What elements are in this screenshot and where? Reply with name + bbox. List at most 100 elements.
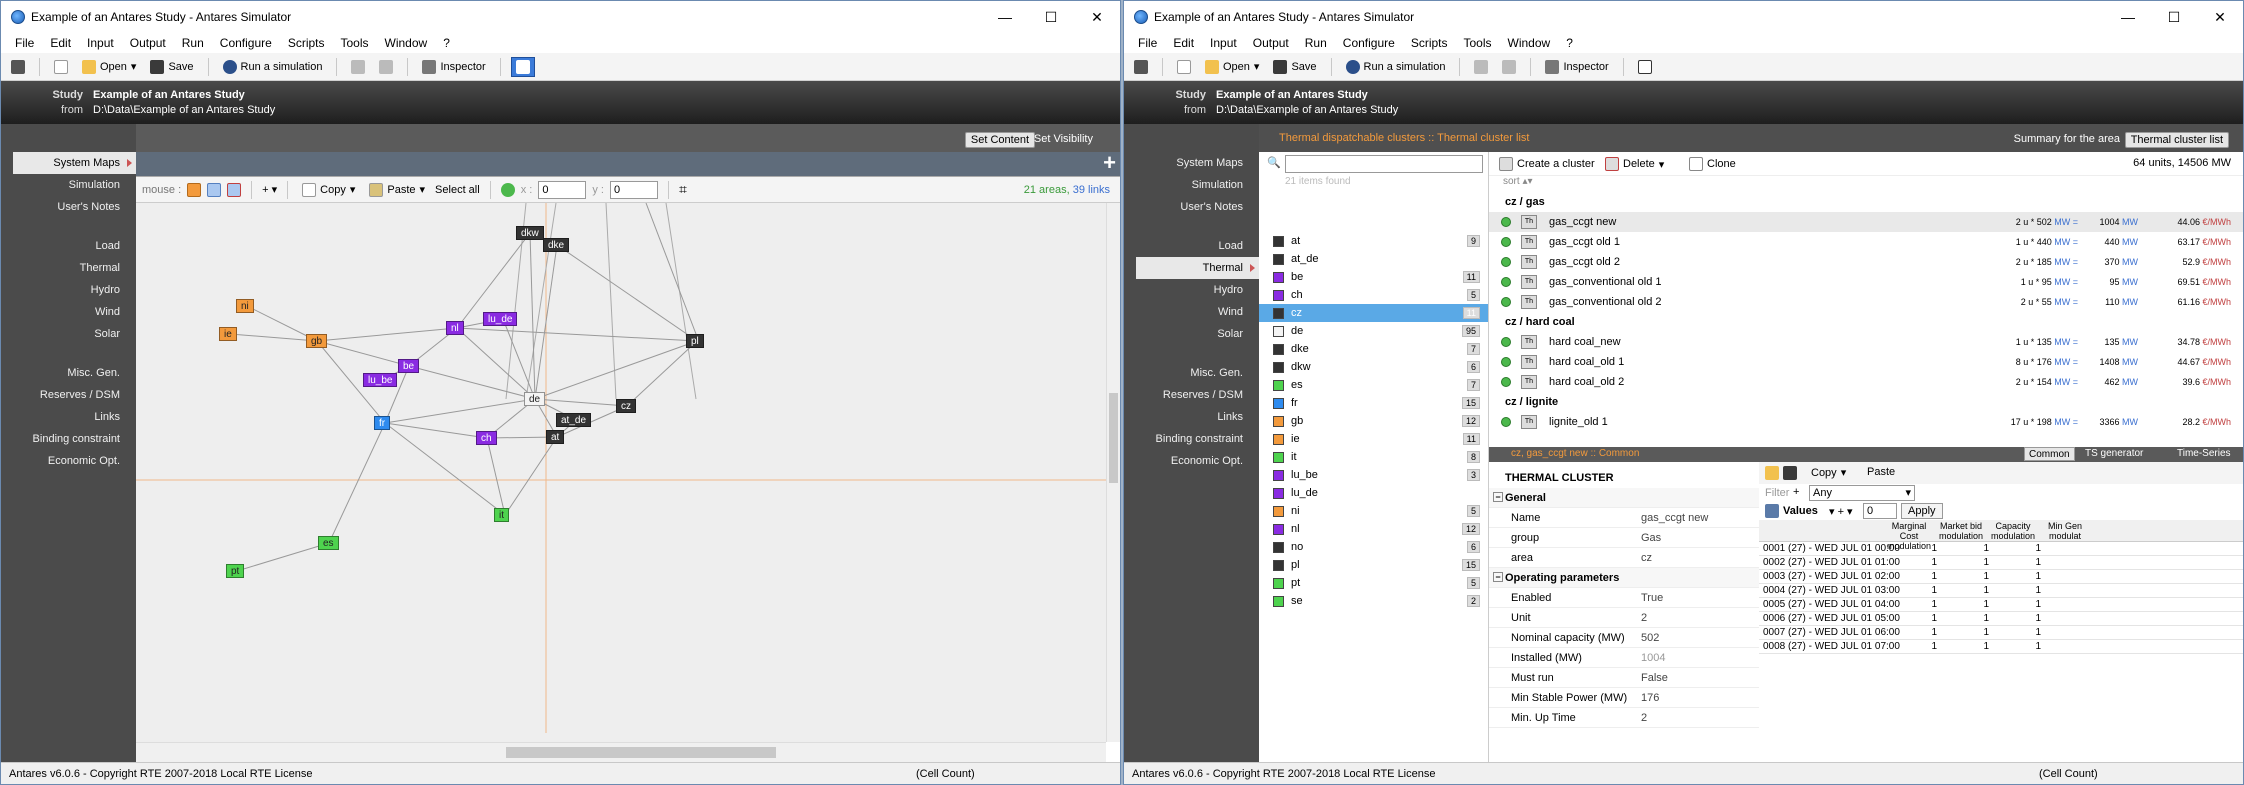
area-node-at_de[interactable]: at_de bbox=[556, 413, 592, 427]
area-node-nl[interactable]: nl bbox=[446, 321, 464, 335]
map-link[interactable] bbox=[665, 203, 697, 400]
paste-study-button[interactable] bbox=[375, 58, 397, 76]
grid-cell[interactable]: 1 bbox=[1971, 542, 2041, 556]
horizontal-scrollbar[interactable] bbox=[136, 742, 1106, 762]
grid-paste-button[interactable]: Paste bbox=[1863, 464, 1899, 480]
property-section[interactable]: − Operating parameters bbox=[1489, 568, 1759, 588]
mouse-mode-all-icon[interactable] bbox=[187, 182, 202, 197]
collapse-icon[interactable]: − bbox=[1493, 492, 1503, 502]
tab-ts-generator[interactable]: TS generator bbox=[2085, 448, 2143, 459]
sidebar-item-load[interactable]: Load bbox=[1124, 235, 1259, 257]
paste-study-button[interactable] bbox=[1498, 58, 1520, 76]
add-layer-icon[interactable]: + bbox=[1103, 150, 1116, 176]
grid-row[interactable]: 0004 (27) - WED JUL 01 03:00 1 1 1 bbox=[1759, 584, 2243, 598]
create-cluster-button[interactable]: Create a cluster bbox=[1495, 155, 1599, 173]
open-button[interactable]: Open ▾ bbox=[1201, 58, 1263, 76]
filter-select[interactable]: Any ▾ bbox=[1809, 485, 1915, 501]
paste-button[interactable]: Paste ▾ bbox=[365, 181, 429, 199]
grid-cell[interactable]: 1 bbox=[1971, 556, 2041, 570]
home-button[interactable] bbox=[1130, 58, 1152, 76]
property-section[interactable]: − General bbox=[1489, 488, 1759, 508]
sidebar-item-reserves-dsm[interactable]: Reserves / DSM bbox=[1, 384, 136, 406]
map-tool-button[interactable] bbox=[1634, 58, 1656, 76]
grid-cell[interactable]: 1 bbox=[1971, 570, 2041, 584]
sidebar-item-misc-gen-[interactable]: Misc. Gen. bbox=[1, 362, 136, 384]
delete-button[interactable]: Delete ▾ bbox=[1601, 155, 1668, 173]
property-value[interactable]: cz bbox=[1641, 548, 1652, 568]
menu-item[interactable]: File bbox=[7, 36, 42, 50]
property-value[interactable]: 176 bbox=[1641, 688, 1659, 708]
area-item-cz[interactable]: cz 11 bbox=[1259, 304, 1488, 322]
op-select[interactable]: ▾ + ▾ bbox=[1829, 505, 1853, 518]
menu-item[interactable]: Window bbox=[377, 36, 436, 50]
grid-cell[interactable]: 1 bbox=[1971, 584, 2041, 598]
sort-asc-icon[interactable]: ▴▾ bbox=[1522, 176, 1532, 187]
map-link[interactable] bbox=[605, 203, 617, 400]
sidebar-item-simulation[interactable]: Simulation bbox=[1, 174, 136, 196]
sidebar-item-load[interactable]: Load bbox=[1, 235, 136, 257]
map-link[interactable] bbox=[456, 327, 698, 342]
area-item-ch[interactable]: ch 5 bbox=[1259, 286, 1488, 304]
area-item-pl[interactable]: pl 15 bbox=[1259, 556, 1488, 574]
enabled-icon[interactable] bbox=[1501, 417, 1511, 427]
area-node-be[interactable]: be bbox=[398, 359, 420, 373]
area-node-ni[interactable]: ni bbox=[236, 299, 254, 313]
menu-item[interactable]: Edit bbox=[42, 36, 79, 50]
enabled-icon[interactable] bbox=[1501, 237, 1511, 247]
sidebar-item-solar[interactable]: Solar bbox=[1124, 323, 1259, 345]
area-item-lu_de[interactable]: lu_de bbox=[1259, 484, 1488, 502]
cluster-row[interactable]: Th hard coal_old 1 8 u * 176 MW = 1408 MW 44… bbox=[1489, 352, 2243, 372]
set-visibility-button[interactable]: Set Visibility bbox=[1029, 132, 1098, 148]
area-item-it[interactable]: it 8 bbox=[1259, 448, 1488, 466]
map-link[interactable] bbox=[328, 422, 386, 544]
add-icon[interactable]: + ▾ bbox=[262, 183, 277, 196]
area-node-cz[interactable]: cz bbox=[616, 399, 636, 413]
sidebar-item-thermal[interactable]: Thermal bbox=[1136, 257, 1259, 279]
grid-row[interactable]: 0001 (27) - WED JUL 01 00:00 1 1 1 bbox=[1759, 542, 2243, 556]
area-item-pt[interactable]: pt 5 bbox=[1259, 574, 1488, 592]
area-node-fr[interactable]: fr bbox=[374, 416, 391, 430]
area-item-dkw[interactable]: dkw 6 bbox=[1259, 358, 1488, 376]
map-link[interactable] bbox=[384, 398, 536, 424]
sidebar-item-wind[interactable]: Wind bbox=[1, 301, 136, 323]
sidebar-item-wind[interactable]: Wind bbox=[1124, 301, 1259, 323]
floppy-icon[interactable] bbox=[1783, 466, 1797, 480]
grid-row[interactable]: 0006 (27) - WED JUL 01 05:00 1 1 1 bbox=[1759, 612, 2243, 626]
menu-item[interactable]: Output bbox=[1245, 36, 1297, 50]
area-node-lu_be[interactable]: lu_be bbox=[363, 373, 398, 387]
center-map-icon[interactable] bbox=[500, 182, 515, 197]
map-link[interactable] bbox=[316, 327, 458, 342]
set-content-button[interactable]: Set Content bbox=[964, 132, 1035, 148]
search-input[interactable] bbox=[1285, 155, 1483, 173]
maximize-icon[interactable]: ☐ bbox=[1028, 9, 1074, 26]
value-input[interactable]: 0 bbox=[1863, 503, 1897, 519]
area-node-de[interactable]: de bbox=[524, 392, 546, 406]
area-node-at[interactable]: at bbox=[546, 430, 565, 444]
sidebar-item-reserves-dsm[interactable]: Reserves / DSM bbox=[1124, 384, 1259, 406]
map-link[interactable] bbox=[504, 436, 558, 516]
menu-item[interactable]: Edit bbox=[1165, 36, 1202, 50]
area-item-fr[interactable]: fr 15 bbox=[1259, 394, 1488, 412]
save-button[interactable]: Save bbox=[1269, 58, 1320, 76]
property-value[interactable]: 1004 bbox=[1641, 648, 1665, 668]
menu-item[interactable]: ? bbox=[1558, 36, 1581, 50]
sidebar-item-economic-opt-[interactable]: Economic Opt. bbox=[1124, 450, 1259, 472]
sidebar-item-system-maps[interactable]: System Maps bbox=[1124, 152, 1259, 174]
sidebar-item-misc-gen-[interactable]: Misc. Gen. bbox=[1124, 362, 1259, 384]
area-item-ie[interactable]: ie 11 bbox=[1259, 430, 1488, 448]
menu-item[interactable]: ? bbox=[435, 36, 458, 50]
grid-cell[interactable]: 1 bbox=[1971, 612, 2041, 626]
new-button[interactable] bbox=[50, 58, 72, 76]
menu-item[interactable]: File bbox=[1130, 36, 1165, 50]
menu-item[interactable]: Input bbox=[79, 36, 122, 50]
area-item-lu_be[interactable]: lu_be 3 bbox=[1259, 466, 1488, 484]
copy-study-button[interactable] bbox=[347, 58, 369, 76]
tab-summary[interactable]: Summary for the area bbox=[2009, 132, 2125, 148]
area-node-it[interactable]: it bbox=[494, 508, 509, 522]
menu-item[interactable]: Scripts bbox=[280, 36, 333, 50]
run-simulation-button[interactable]: Run a simulation bbox=[219, 58, 327, 76]
map-link[interactable] bbox=[645, 203, 697, 335]
cluster-row[interactable]: Th hard coal_new 1 u * 135 MW = 135 MW 34.78… bbox=[1489, 332, 2243, 352]
area-node-ch[interactable]: ch bbox=[476, 431, 497, 445]
sidebar-item-links[interactable]: Links bbox=[1124, 406, 1259, 428]
